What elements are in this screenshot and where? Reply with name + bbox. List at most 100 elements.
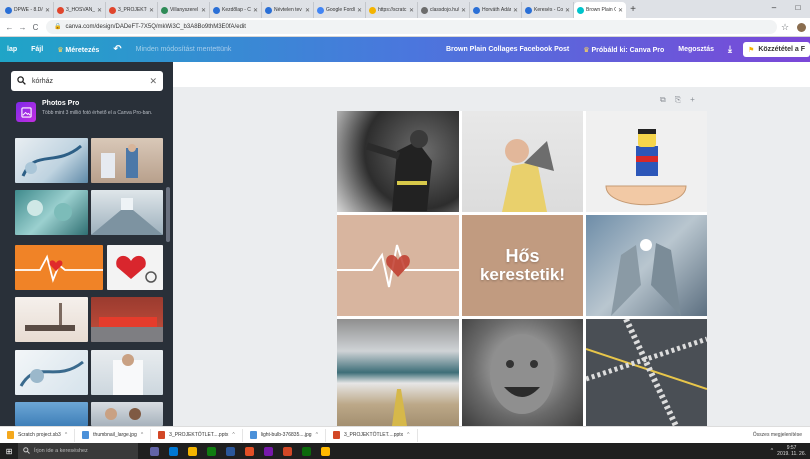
url-field[interactable]: 🔒 canva.com/design/DADeFT-7X5Q/mkWi3C_b3… [46,20,777,34]
profile-avatar[interactable] [797,22,806,32]
tab-close-icon[interactable]: ✕ [565,7,570,14]
tray-up-icon[interactable]: ^ [771,448,774,454]
photo-thumbnail[interactable] [15,138,88,183]
download-item[interactable]: Scratch project.sb3 ^ [0,428,76,442]
maximize-button[interactable]: □ [786,0,810,16]
hero-text-line2[interactable]: kerestetik! [480,266,565,284]
taskbar-app-icon[interactable] [188,446,197,456]
back-button[interactable]: ← [3,23,16,32]
photo-thumbnail[interactable] [91,297,163,342]
publish-button[interactable]: ⚑ Közzététel a F [743,42,810,57]
browser-tab[interactable]: 3_PROJEKTÖ✕ [106,2,158,18]
add-page-icon[interactable]: + [690,95,695,105]
browser-tab[interactable]: https://scratc ✕ [366,2,418,18]
heartbeat-graphic[interactable] [337,215,459,316]
download-menu-caret[interactable]: ^ [407,432,409,438]
photo-child-hero[interactable] [462,111,583,212]
clock-date: 2019. 11. 26. [777,451,806,457]
photo-lego-superman[interactable] [586,111,707,212]
home-link[interactable]: lap [0,46,24,53]
photo-thumbnail[interactable] [91,190,163,235]
file-menu[interactable]: Fájl [24,46,50,53]
photo-firefighter[interactable] [337,111,459,212]
resize-button[interactable]: ♛ Méretezés [50,46,106,54]
taskbar-app-icon[interactable] [302,446,311,456]
tab-close-icon[interactable]: ✕ [305,7,310,14]
taskbar-search[interactable]: Írjon ide a kereséshez [18,443,138,459]
photo-thumbnail[interactable] [15,245,103,290]
copy-page-icon[interactable]: ⎘ [675,95,681,105]
photo-earth-hands[interactable] [586,215,707,316]
share-button[interactable]: Megosztás [671,46,721,53]
design-page[interactable]: Hős kerestetik! [337,111,707,426]
try-pro-button[interactable]: ♛ Próbáld ki: Canva Pro [576,46,671,54]
taskbar-app-icon[interactable] [226,446,235,456]
tab-close-icon[interactable]: ✕ [357,7,362,14]
download-menu-caret[interactable]: ^ [141,432,143,438]
duplicate-page-icon[interactable]: ⧉ [660,95,666,105]
design-title[interactable]: Brown Plain Collages Facebook Post [439,46,576,53]
tab-close-icon[interactable]: ✕ [409,7,414,14]
taskbar-app-icon[interactable] [169,446,178,456]
tab-close-icon[interactable]: ✕ [149,7,154,14]
hero-text-line1[interactable]: Hős [505,247,539,266]
undo-button[interactable]: ↶ [106,44,128,55]
tab-close-icon[interactable]: ✕ [253,7,258,14]
download-menu-caret[interactable]: ^ [232,432,234,438]
taskbar-app-icon[interactable] [321,446,330,456]
taskbar-app-icon[interactable] [245,446,254,456]
photo-thumbnail[interactable] [91,138,163,183]
photo-thumbnail[interactable] [15,402,88,426]
download-item[interactable]: light-bulb-376835....jpg ^ [243,428,326,442]
photos-pro-promo[interactable]: Photos Pro Több mint 3 millió fotó érhet… [16,100,166,130]
taskbar-app-icon[interactable] [150,446,159,456]
download-item[interactable]: 3_PROJEKTÖTLET....pptx ^ [151,428,243,442]
browser-tab[interactable]: Kezdőlap - Cr ✕ [210,2,262,18]
download-icon[interactable]: ⤓ [721,44,739,55]
download-item[interactable]: 3_PROJEKTÖTLET....pptx ^ [326,428,418,442]
forward-button[interactable]: → [16,23,29,32]
browser-tab[interactable]: Horváth Ádár ✕ [470,2,522,18]
browser-tab[interactable]: Villanyszerel ✕ [158,2,210,18]
tab-close-icon[interactable]: ✕ [618,7,623,14]
tab-close-icon[interactable]: ✕ [97,7,102,14]
panel-scrollbar[interactable] [166,187,170,242]
taskbar-app-icon[interactable] [264,446,273,456]
tab-close-icon[interactable]: ✕ [513,7,518,14]
browser-tab[interactable]: Névtelen tev ✕ [262,2,314,18]
download-menu-caret[interactable]: ^ [65,432,67,438]
tab-close-icon[interactable]: ✕ [45,7,50,14]
browser-tab[interactable]: Google Fordít ✕ [314,2,366,18]
browser-tab[interactable]: DPWE - 8.D/c ✕ [2,2,54,18]
photo-thumbnail[interactable] [15,190,88,235]
photo-ocean-road[interactable] [337,319,459,426]
photo-thumbnail[interactable] [91,350,163,395]
browser-tab[interactable]: Keresés - Cor ✕ [522,2,574,18]
browser-tab[interactable]: Brown Plain C ✕ [574,2,626,18]
new-tab-button[interactable]: + [626,2,640,18]
taskbar-app-icon[interactable] [207,446,216,456]
download-item[interactable]: thumbnail_large.jpg ^ [75,428,152,442]
taskbar-app-icon[interactable] [283,446,292,456]
windows-start-icon[interactable]: ⊞ [0,447,18,456]
photo-thumbnail[interactable] [91,402,163,426]
tab-favicon [5,6,12,14]
photo-thumbnail[interactable] [107,245,163,290]
browser-tab[interactable]: 3_HOSVAN_T/✕ [54,2,106,18]
photo-thumbnail[interactable] [15,297,88,342]
browser-tab[interactable]: classdojo.hu/✕ [418,2,470,18]
show-all-downloads-link[interactable]: Összes megjelenítése [745,432,810,438]
photo-search-input[interactable]: kórház ✕ [11,71,163,91]
tab-close-icon[interactable]: ✕ [201,7,206,14]
minimize-button[interactable]: – [762,0,786,16]
download-menu-caret[interactable]: ^ [316,432,318,438]
photo-laughing-man[interactable] [462,319,583,426]
taskbar-clock[interactable]: 9:57 2019. 11. 26. [777,445,806,457]
reload-button[interactable]: C [29,23,42,32]
clear-search-icon[interactable]: ✕ [149,76,157,87]
hero-text-block[interactable]: Hős kerestetik! [462,215,583,316]
photo-thumbnail[interactable] [15,350,88,395]
photo-city-crossing[interactable] [586,319,707,426]
bookmark-star-icon[interactable]: ☆ [777,22,793,33]
tab-close-icon[interactable]: ✕ [461,7,466,14]
